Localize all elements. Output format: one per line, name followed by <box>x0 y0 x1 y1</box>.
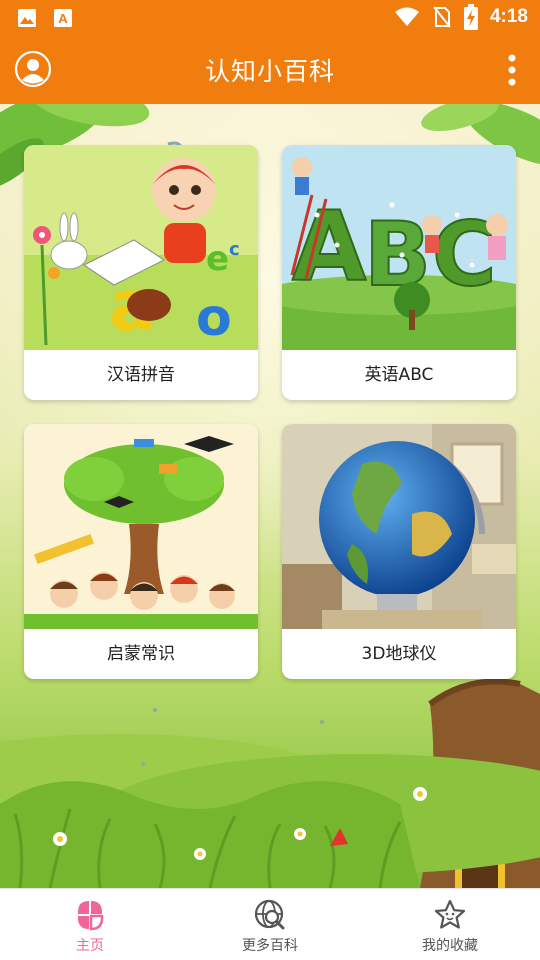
nav-label: 更多百科 <box>242 938 298 954</box>
svg-text:o: o <box>196 288 232 348</box>
image-icon <box>18 9 36 27</box>
nav-label: 主页 <box>76 938 104 954</box>
nav-home[interactable]: 主页 <box>0 889 180 960</box>
category-label: 启蒙常识 <box>107 644 175 664</box>
nav-more-encyclopedia[interactable]: 更多百科 <box>180 889 360 960</box>
pinyin-illustration: a e o c <box>24 145 258 350</box>
wifi-icon <box>394 7 419 26</box>
app-bar: 认知小百科 <box>0 36 540 104</box>
no-sim-icon <box>433 6 451 28</box>
svg-text:c: c <box>229 239 240 260</box>
battery-charging-icon <box>463 4 478 30</box>
abc-illustration: A B C <box>282 145 516 350</box>
category-label: 英语ABC <box>364 365 434 385</box>
nav-my-favorites[interactable]: 我的收藏 <box>360 889 540 960</box>
globe-illustration <box>282 424 516 629</box>
category-card-pinyin[interactable]: a e o c 汉语拼音 <box>24 145 258 400</box>
category-card-enlightenment[interactable]: 启蒙常识 <box>24 424 258 679</box>
svg-text:A: A <box>58 11 68 26</box>
star-face-icon <box>434 899 466 929</box>
font-download-icon: A <box>54 9 72 27</box>
category-label: 汉语拼音 <box>107 365 175 385</box>
page-title: 认知小百科 <box>204 57 335 86</box>
more-vertical-icon <box>508 54 516 86</box>
category-card-english-abc[interactable]: A B C 英语ABC <box>282 145 516 400</box>
svg-text:e: e <box>206 239 229 279</box>
status-bar: A 4:18 <box>0 0 540 36</box>
bottom-navigation: 主页 更多百科 我的收藏 <box>0 888 540 960</box>
svg-text:A: A <box>292 191 366 303</box>
svg-text:C: C <box>432 203 497 306</box>
category-card-3d-globe[interactable]: 3D地球仪 <box>282 424 516 679</box>
knowledge-tree-illustration <box>24 424 258 629</box>
home-petals-icon <box>78 901 104 931</box>
nav-label: 我的收藏 <box>422 938 478 954</box>
overflow-menu-button[interactable] <box>502 50 522 90</box>
category-label: 3D地球仪 <box>361 644 437 664</box>
globe-search-icon <box>254 899 285 930</box>
clock: 4:18 <box>489 6 528 27</box>
